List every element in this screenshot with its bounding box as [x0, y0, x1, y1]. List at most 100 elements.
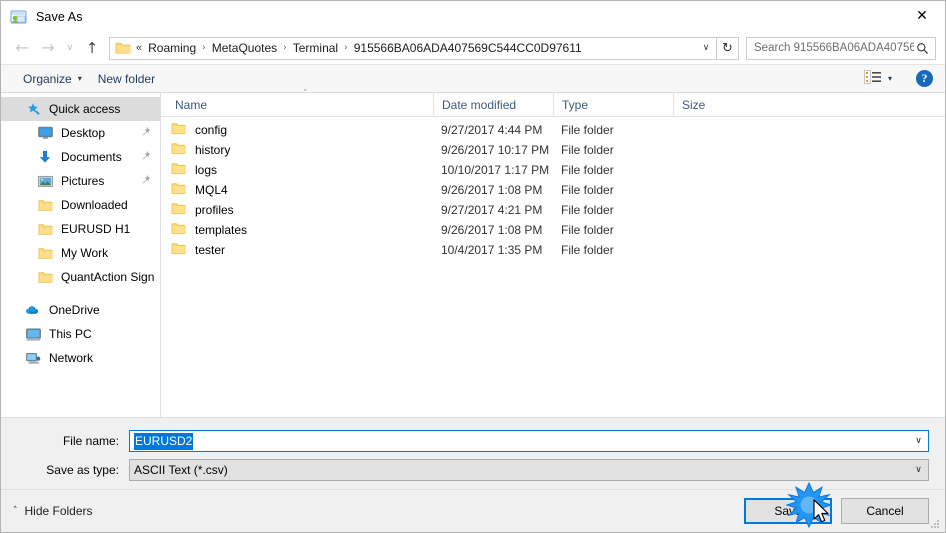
file-type-cell: File folder [561, 223, 614, 237]
pin-icon[interactable] [140, 174, 154, 188]
table-row[interactable]: history 9/26/2017 10:17 PM File folder [161, 140, 945, 160]
sidebar-item-network[interactable]: Network [1, 346, 160, 370]
dialog-body: Quick access Desktop Documents Pictures … [1, 89, 945, 417]
address-history-button[interactable]: ∨ [696, 38, 716, 59]
folder-icon [37, 221, 53, 237]
change-view-button[interactable]: ▾ [858, 67, 898, 90]
navigation-bar: ← → ∨ ↑ « Roaming › MetaQuotes › Termina… [1, 32, 945, 64]
sidebar-item-documents[interactable]: Documents [1, 145, 160, 169]
file-type-cell: File folder [561, 163, 614, 177]
save-button[interactable]: Save [744, 498, 832, 524]
folder-icon [115, 41, 131, 55]
sidebar-item-label: My Work [61, 246, 109, 260]
organize-button[interactable]: Organize ▾ [15, 68, 90, 90]
file-size-cell [673, 120, 753, 140]
folder-icon [171, 242, 187, 258]
search-input[interactable]: Search 915566BA06ADA40756... [754, 42, 914, 54]
breadcrumb-separator-icon: › [344, 43, 348, 53]
search-box[interactable]: Search 915566BA06ADA40756... [746, 36, 936, 60]
sidebar-item-label: This PC [49, 327, 92, 341]
save-button-label: Save [774, 504, 802, 518]
file-name-label: logs [195, 163, 218, 177]
help-button[interactable]: ? [916, 70, 933, 87]
sidebar-item-desktop[interactable]: Desktop [1, 121, 160, 145]
column-header-size[interactable]: Size [673, 92, 753, 117]
table-row[interactable]: templates 9/26/2017 1:08 PM File folder [161, 220, 945, 240]
view-list-icon [864, 70, 881, 87]
file-name-row: File name: EURUSD2 ∨ [17, 430, 929, 452]
back-button[interactable]: ← [9, 36, 35, 60]
column-headers: Name ˄ Date modified Type Size [161, 89, 945, 117]
dialog-footer: ˄ Hide Folders Save Cancel [1, 489, 945, 532]
breadcrumb-item-terminal-id[interactable]: 915566BA06ADA407569C544CC0D97611 [351, 39, 585, 57]
up-one-level-button[interactable]: ↑ [79, 36, 105, 60]
sidebar-item-this-pc[interactable]: This PC [1, 322, 160, 346]
breadcrumb: « Roaming › MetaQuotes › Terminal › 9155… [135, 39, 696, 57]
column-header-date-modified[interactable]: Date modified [433, 92, 553, 117]
pin-icon[interactable] [140, 150, 154, 164]
table-row[interactable]: profiles 9/27/2017 4:21 PM File folder [161, 200, 945, 220]
file-date-cell: 10/4/2017 1:35 PM [441, 243, 543, 257]
sidebar-item-my-work[interactable]: My Work [1, 241, 160, 265]
cancel-button[interactable]: Cancel [841, 498, 929, 524]
table-row[interactable]: tester 10/4/2017 1:35 PM File folder [161, 240, 945, 260]
sidebar-item-label: Quick access [49, 102, 121, 116]
forward-button[interactable]: → [35, 36, 61, 60]
file-name-label: profiles [195, 203, 234, 217]
file-name-label: MQL4 [195, 183, 228, 197]
save-as-type-select[interactable]: ASCII Text (*.csv) ∨ [129, 459, 929, 481]
recent-locations-button[interactable]: ∨ [61, 36, 79, 60]
file-name-input[interactable]: EURUSD2 ∨ [129, 430, 929, 452]
file-name-cell: tester [171, 240, 433, 260]
save-as-type-value: ASCII Text (*.csv) [134, 463, 228, 477]
file-size-cell [673, 240, 753, 260]
new-folder-label: New folder [97, 71, 156, 86]
file-date-cell: 9/26/2017 1:08 PM [441, 223, 543, 237]
network-icon [25, 350, 41, 366]
file-name-dropdown-button[interactable]: ∨ [909, 431, 928, 451]
close-button[interactable]: ✕ [899, 1, 945, 31]
breadcrumb-overflow[interactable]: « [135, 40, 145, 56]
breadcrumb-item-roaming[interactable]: Roaming [145, 39, 199, 57]
sidebar-item-quantaction-signal[interactable]: QuantAction Signal [1, 265, 160, 289]
table-row[interactable]: logs 10/10/2017 1:17 PM File folder [161, 160, 945, 180]
refresh-button[interactable]: ↻ [717, 36, 739, 60]
folder-icon [171, 122, 187, 138]
sidebar-item-eurusd-h1[interactable]: EURUSD H1 [1, 217, 160, 241]
chevron-down-icon: ▾ [77, 74, 82, 83]
pictures-icon [37, 173, 53, 189]
breadcrumb-item-terminal[interactable]: Terminal [290, 39, 341, 57]
file-name-value: EURUSD2 [130, 431, 909, 451]
file-size-cell [673, 180, 753, 200]
pin-icon[interactable] [140, 126, 154, 140]
address-bar[interactable]: « Roaming › MetaQuotes › Terminal › 9155… [109, 36, 717, 60]
file-name-label: templates [195, 223, 248, 237]
sidebar-item-pictures[interactable]: Pictures [1, 169, 160, 193]
breadcrumb-item-metaquotes[interactable]: MetaQuotes [209, 39, 280, 57]
resize-grip[interactable] [929, 517, 942, 530]
file-type-cell: File folder [561, 203, 614, 217]
documents-download-icon [37, 149, 53, 165]
hide-folders-button[interactable]: ˄ Hide Folders [13, 504, 93, 518]
sidebar-item-downloaded[interactable]: Downloaded [1, 193, 160, 217]
sidebar-item-quick-access[interactable]: Quick access [1, 97, 160, 121]
table-row[interactable]: config 9/27/2017 4:44 PM File folder [161, 120, 945, 140]
forward-icon: → [41, 38, 55, 57]
table-row[interactable]: MQL4 9/26/2017 1:08 PM File folder [161, 180, 945, 200]
sidebar-item-onedrive[interactable]: OneDrive [1, 298, 160, 322]
save-as-type-dropdown-button[interactable]: ∨ [909, 460, 928, 480]
save-as-type-label: Save as type: [46, 463, 119, 477]
column-header-name[interactable]: Name ˄ [171, 89, 433, 117]
sidebar-item-label: Downloaded [61, 198, 128, 212]
file-rows: config 9/27/2017 4:44 PM File folder his… [161, 117, 945, 417]
new-folder-button[interactable]: New folder [90, 68, 163, 90]
sidebar-item-label: EURUSD H1 [61, 222, 131, 236]
file-name-cell: config [171, 120, 433, 140]
search-icon [914, 42, 930, 55]
sidebar-item-label: Pictures [61, 174, 105, 188]
chevron-down-icon: ▾ [887, 74, 892, 83]
file-name-cell: history [171, 140, 433, 160]
chevron-down-icon: ∨ [66, 43, 74, 53]
close-icon: ✕ [916, 8, 928, 24]
column-header-type[interactable]: Type [553, 92, 673, 117]
